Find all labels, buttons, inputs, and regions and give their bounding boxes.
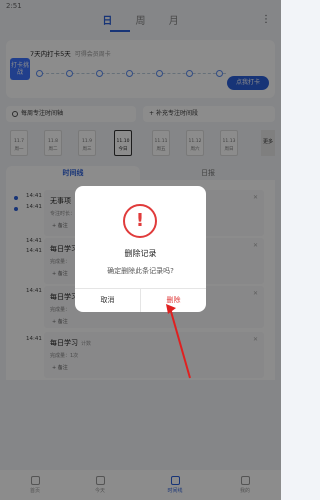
warning-icon: ! <box>123 204 157 238</box>
dialog-title: 删除记录 <box>124 249 157 258</box>
delete-dialog: ! 删除记录 确定删除此条记录吗? 取消 删除 <box>75 186 206 312</box>
cancel-button[interactable]: 取消 <box>75 288 140 312</box>
pointer-arrow <box>166 304 191 379</box>
dialog-message: 确定删除此条记录吗? <box>107 267 174 275</box>
